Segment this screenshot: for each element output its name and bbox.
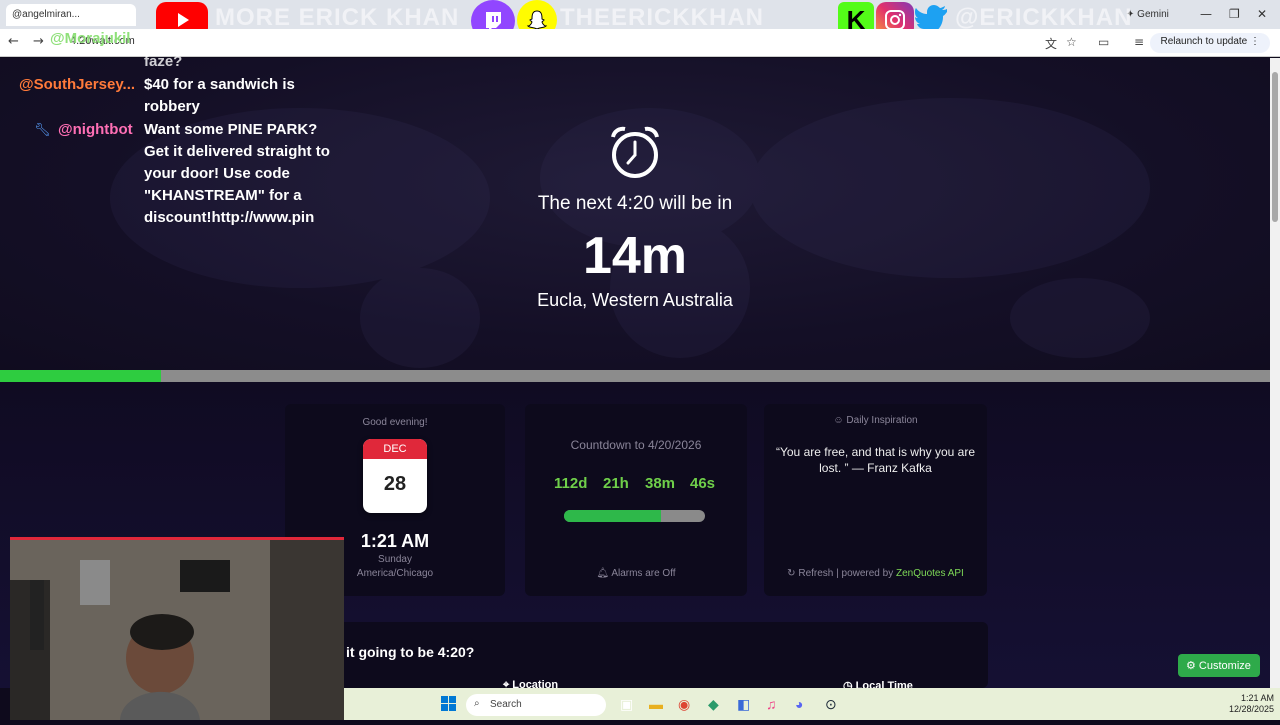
clock-date: 12/28/2025 [1228,704,1274,714]
overlay-banner-mid: THEERICKKHAN [560,4,764,31]
locations-heading: it going to be 4:20? [346,644,475,660]
close-icon[interactable]: ✕ [1257,7,1267,21]
forward-icon[interactable]: → [33,34,44,49]
tab-title: @angelmiran... [12,9,80,20]
webcam-overlay [10,537,344,720]
overlay-banner-right: @ERICKKHAN [955,4,1133,31]
chat-message: $40 for a sandwich is robbery [144,76,295,115]
hour-progress-bar [0,370,1270,382]
chat-message: what do you think about faze? [144,31,317,70]
chat-username: @SouthJersey... [19,76,136,93]
overlay-banner-left: MORE ERICK KHAN [215,4,460,31]
translate-icon[interactable]: 文 [1045,35,1057,52]
refresh-link[interactable]: Refresh | powered by [798,568,893,579]
alarms-status[interactable]: 🔔︎ Alarms are Off [525,568,747,579]
wrench-icon: 🔧︎ [34,122,51,137]
cast-icon[interactable]: ▭ [1098,35,1109,49]
chat-username: @Morajukil [50,30,131,47]
calendar-icon: DEC 28 [363,439,427,513]
search-placeholder: Search [490,699,522,710]
relaunch-label: Relaunch to update [1160,36,1248,47]
tab-title: Gemini [1137,9,1169,20]
search-icon: ⌕ [474,698,480,709]
minimize-icon[interactable]: — [1200,7,1212,21]
reading-list-icon[interactable]: ≡ [1134,35,1144,49]
restore-icon[interactable]: ❐ [1229,7,1240,21]
quote-icon: ☺︎ [833,415,847,426]
itunes-icon[interactable]: ♫ [766,696,777,712]
countdown-seconds: 46s [690,475,716,492]
gear-icon: ⚙ [1186,660,1199,672]
webcam-scene [10,540,344,720]
chat-message: Want some PINE PARK? Get it delivered st… [144,121,330,226]
alarm-clock-icon [611,126,659,178]
location-name: Eucla, Western Australia [537,290,733,310]
countdown-progress-bar [564,510,705,522]
clock-time: 1:21 AM [1240,693,1274,703]
alarms-label: Alarms are Off [611,568,676,579]
task-view-icon[interactable]: ▣ [620,696,633,713]
back-icon[interactable]: ← [8,34,19,49]
inspiration-header: ☺︎ Daily Inspiration [764,415,987,426]
quote-text: “You are free, and that is why you are l… [775,445,975,475]
system-clock[interactable]: 1:21 AM 12/28/2025 [1229,693,1274,715]
inspiration-title: Daily Inspiration [846,415,918,426]
chat-username: @nightbot [58,121,133,138]
app-icon[interactable]: ◆ [708,696,719,713]
countdown-title: Countdown to 4/20/2026 [570,438,702,452]
countdown-minutes: 38m [645,475,676,492]
zenquotes-link[interactable]: ZenQuotes API [896,568,964,579]
greeting: Good evening! [362,417,428,428]
hour-progress-fill [0,370,162,382]
page-scrollbar[interactable] [1270,58,1280,688]
customize-label: Customize [1198,660,1251,672]
refresh-icon[interactable]: ↻ [787,568,798,579]
countdown-days: 112d [554,475,588,492]
taskbar-search[interactable]: ⌕ Search [466,694,606,716]
countdown-hours: 21h [603,475,629,492]
chrome-icon[interactable]: ◉ [678,696,690,713]
customize-button[interactable]: ⚙ Customize [1178,654,1260,677]
bookmark-star-icon[interactable]: ☆ [1066,35,1077,49]
calendar-month: DEC [383,443,407,455]
windows-start-icon[interactable] [441,696,456,711]
file-explorer-icon[interactable]: ▬ [649,696,663,712]
app-icon-2[interactable]: ◧ [737,696,750,713]
calendar-day: 28 [383,473,407,495]
steam-icon[interactable]: ⊙ [825,696,837,713]
bell-icon: 🔔︎ [596,568,612,579]
discord-icon[interactable]: ◕ [795,696,803,712]
browser-tab[interactable]: @angelmiran... [6,4,136,26]
scrollbar-thumb[interactable] [1272,72,1278,222]
countdown-progress-fill [564,510,662,522]
relaunch-button[interactable]: Relaunch to update ⋮ [1150,33,1270,53]
quote-footer: ↻ Refresh | powered by ZenQuotes API [764,568,987,579]
time-remaining: 14m [582,227,688,285]
